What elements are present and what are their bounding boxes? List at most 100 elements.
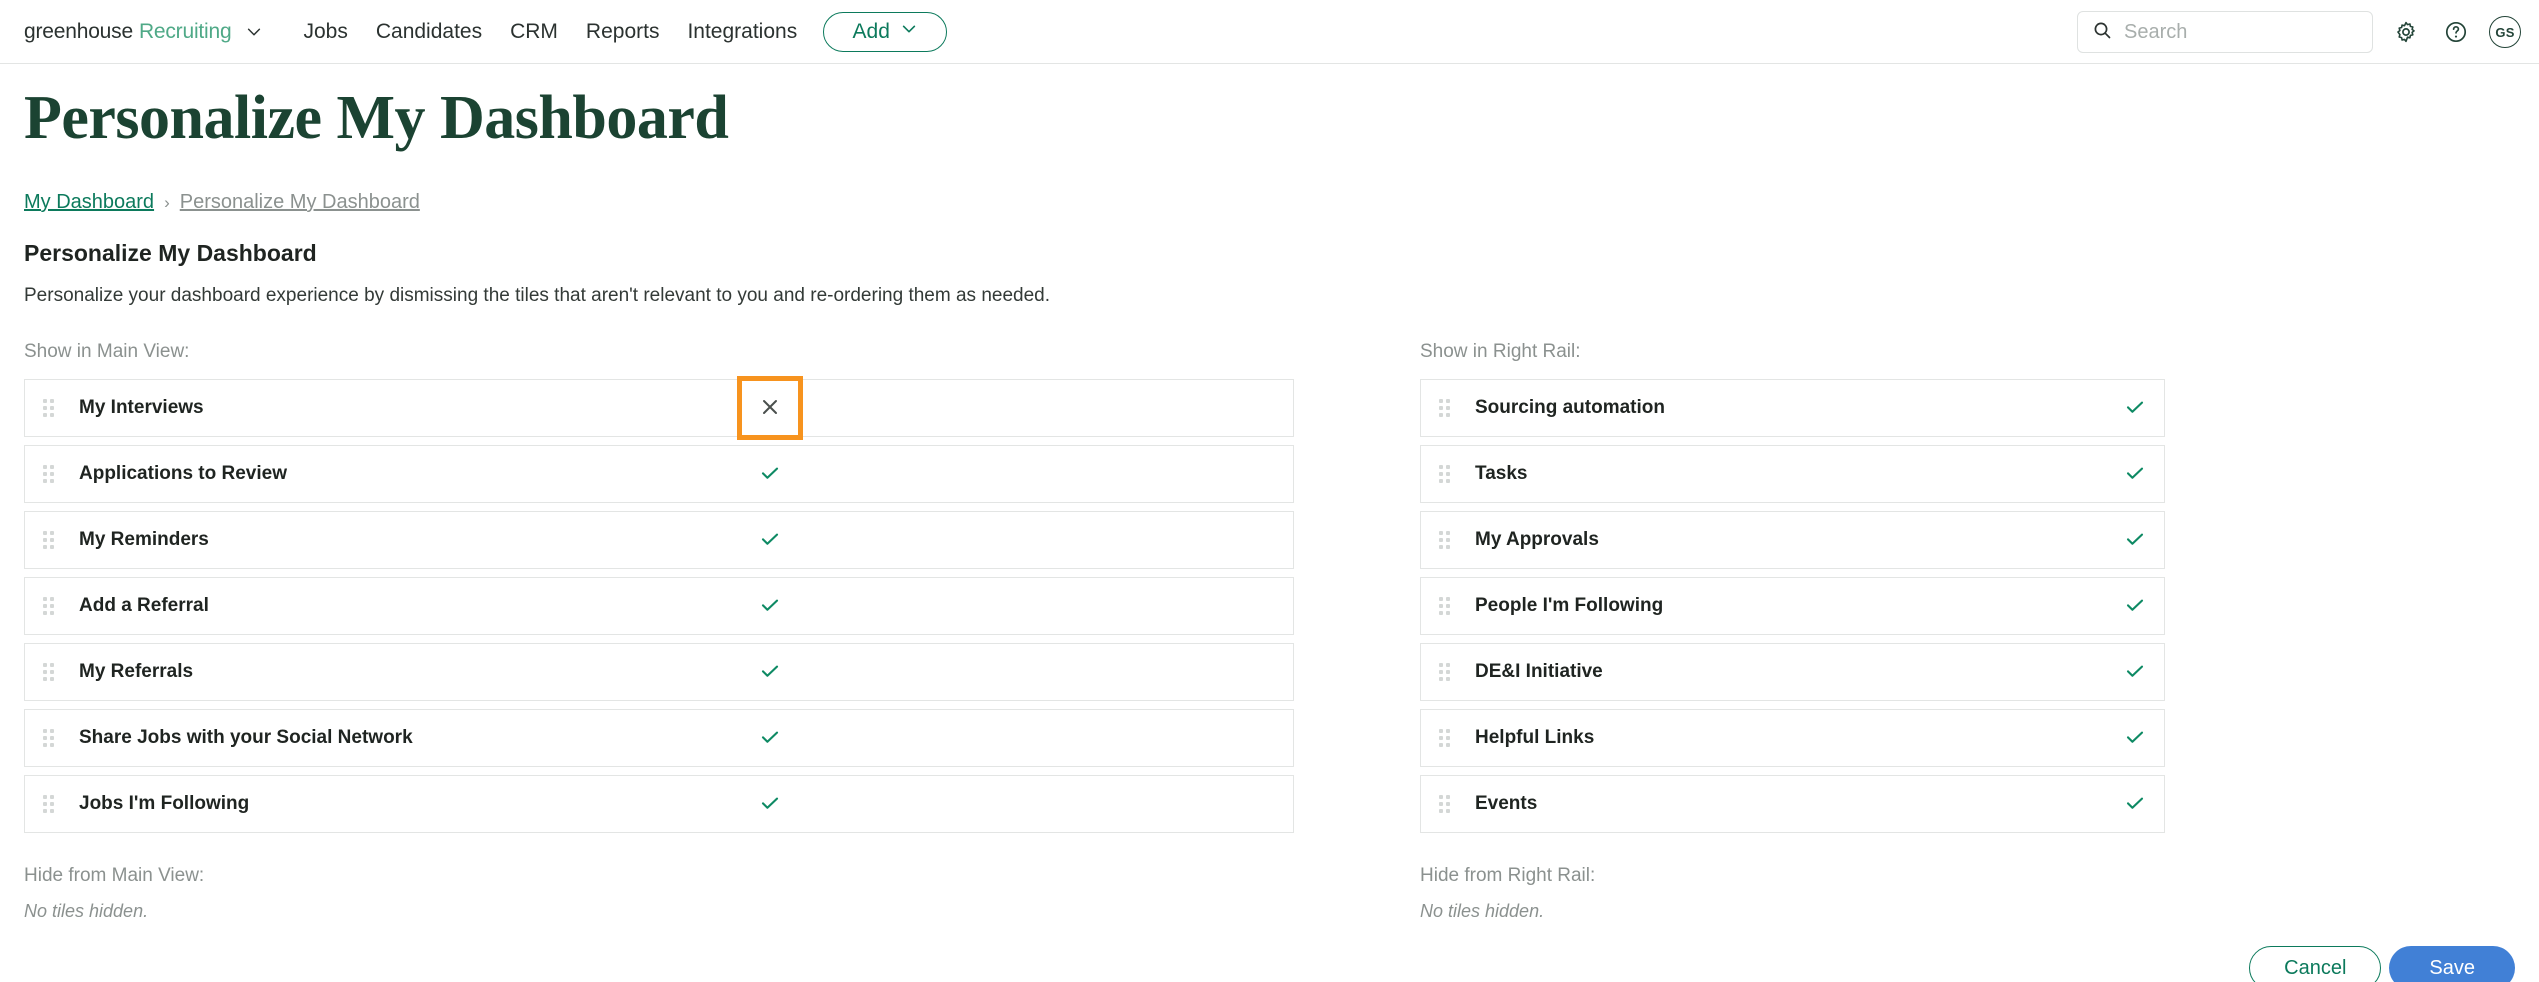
right-rail-tile-list: Sourcing automation Tasks My Approvals P… <box>1420 379 2515 834</box>
section-heading: Personalize My Dashboard <box>24 240 317 267</box>
tile-enabled-button[interactable] <box>741 776 799 832</box>
tile-label: My Interviews <box>79 397 204 419</box>
tile-enabled-button[interactable] <box>741 578 799 634</box>
tile-label: Sourcing automation <box>1475 397 1665 419</box>
tile-enabled-button[interactable] <box>2106 578 2164 634</box>
add-button[interactable]: Add <box>823 11 948 52</box>
check-icon <box>2123 395 2147 422</box>
dismiss-tile-button[interactable] <box>737 376 803 441</box>
tile-enabled-button[interactable] <box>2106 380 2164 436</box>
nav-link-crm[interactable]: CRM <box>510 20 558 44</box>
tile-label: Add a Referral <box>79 595 209 617</box>
drag-handle-icon[interactable] <box>43 597 57 616</box>
tile-label: DE&I Initiative <box>1475 661 1603 683</box>
close-icon <box>759 396 781 421</box>
nav-link-candidates[interactable]: Candidates <box>376 20 482 44</box>
primary-nav-links: Jobs Candidates CRM Reports Integrations <box>303 20 797 44</box>
tile-row[interactable]: My Interviews <box>24 376 1294 441</box>
drag-handle-icon[interactable] <box>43 465 57 484</box>
check-icon <box>758 593 782 620</box>
tile-label: People I'm Following <box>1475 595 1664 617</box>
check-icon <box>758 791 782 818</box>
main-view-tile-list: My Interviews Applications to Review My … <box>24 376 1294 834</box>
drag-handle-icon[interactable] <box>1439 399 1453 418</box>
drag-handle-icon[interactable] <box>43 399 57 418</box>
tile-enabled-button[interactable] <box>2106 512 2164 568</box>
save-button[interactable]: Save <box>2389 946 2515 982</box>
check-icon <box>2123 725 2147 752</box>
breadcrumb-separator-icon: › <box>164 192 170 212</box>
search-icon <box>2092 20 2112 45</box>
tile-label: Events <box>1475 793 1538 815</box>
drag-handle-icon[interactable] <box>1439 663 1453 682</box>
drag-handle-icon[interactable] <box>43 729 57 748</box>
nav-link-reports[interactable]: Reports <box>586 20 660 44</box>
avatar-initials: GS <box>2495 24 2515 40</box>
drag-handle-icon[interactable] <box>1439 531 1453 550</box>
right-rail-hide-label: Hide from Right Rail: <box>1420 865 1596 887</box>
check-icon <box>2123 791 2147 818</box>
drag-handle-icon[interactable] <box>1439 795 1453 814</box>
chevron-down-icon[interactable] <box>245 23 263 41</box>
main-view-show-label: Show in Main View: <box>24 341 190 363</box>
gear-icon[interactable] <box>2389 15 2423 49</box>
tile-enabled-button[interactable] <box>2106 644 2164 700</box>
tile-enabled-button[interactable] <box>2106 710 2164 766</box>
tile-label: Jobs I'm Following <box>79 793 250 815</box>
drag-handle-icon[interactable] <box>43 531 57 550</box>
tile-row[interactable]: People I'm Following <box>1420 577 2165 636</box>
tile-row[interactable]: Jobs I'm Following <box>24 775 1294 834</box>
chevron-down-icon <box>900 20 918 44</box>
avatar[interactable]: GS <box>2489 16 2521 48</box>
tile-row[interactable]: Share Jobs with your Social Network <box>24 709 1294 768</box>
breadcrumb-link-my-dashboard[interactable]: My Dashboard <box>24 191 154 214</box>
right-rail-hidden-section: Hide from Right Rail: No tiles hidden. <box>1420 865 2515 922</box>
tile-row[interactable]: Events <box>1420 775 2165 834</box>
cancel-button[interactable]: Cancel <box>2249 946 2382 982</box>
tile-enabled-button[interactable] <box>2106 446 2164 502</box>
tile-label: Share Jobs with your Social Network <box>79 727 413 749</box>
nav-right-cluster: GS <box>2077 0 2521 64</box>
right-rail-column: Show in Right Rail: Sourcing automation … <box>1420 341 2515 922</box>
check-icon <box>2123 593 2147 620</box>
tile-row[interactable]: Sourcing automation <box>1420 379 2165 438</box>
tile-row[interactable]: My Reminders <box>24 511 1294 570</box>
check-icon <box>758 725 782 752</box>
tile-label: My Referrals <box>79 661 194 683</box>
tile-enabled-button[interactable] <box>741 710 799 766</box>
tile-row[interactable]: Tasks <box>1420 445 2165 504</box>
tile-row[interactable]: DE&I Initiative <box>1420 643 2165 702</box>
tile-label: Tasks <box>1475 463 1528 485</box>
nav-link-integrations[interactable]: Integrations <box>687 20 797 44</box>
check-icon <box>758 461 782 488</box>
tile-enabled-button[interactable] <box>2106 776 2164 832</box>
brand-word-recruiting: Recruiting <box>138 19 232 43</box>
tile-row[interactable]: My Approvals <box>1420 511 2165 570</box>
tile-row[interactable]: My Referrals <box>24 643 1294 702</box>
check-icon <box>2123 461 2147 488</box>
right-rail-hide-empty-text: No tiles hidden. <box>1420 901 1545 922</box>
nav-link-jobs[interactable]: Jobs <box>303 20 347 44</box>
section-description: Personalize your dashboard experience by… <box>24 285 1050 307</box>
drag-handle-icon[interactable] <box>43 663 57 682</box>
search-box[interactable] <box>2077 11 2373 53</box>
tile-row[interactable]: Applications to Review <box>24 445 1294 504</box>
tile-enabled-button[interactable] <box>741 446 799 502</box>
question-circle-icon[interactable] <box>2439 15 2473 49</box>
tile-label: My Reminders <box>79 529 209 551</box>
drag-handle-icon[interactable] <box>1439 465 1453 484</box>
tile-row[interactable]: Helpful Links <box>1420 709 2165 768</box>
main-view-hide-empty-text: No tiles hidden. <box>24 901 149 922</box>
main-view-column: Show in Main View: My Interviews Applica… <box>24 341 1294 922</box>
main-view-hidden-section: Hide from Main View: No tiles hidden. <box>24 865 1294 922</box>
tile-enabled-button[interactable] <box>741 512 799 568</box>
drag-handle-icon[interactable] <box>43 795 57 814</box>
drag-handle-icon[interactable] <box>1439 597 1453 616</box>
search-input[interactable] <box>2124 20 2358 44</box>
drag-handle-icon[interactable] <box>1439 729 1453 748</box>
check-icon <box>2123 527 2147 554</box>
tile-label: Applications to Review <box>79 463 287 485</box>
brand-logo[interactable]: greenhouse Recruiting <box>24 20 263 44</box>
tile-row[interactable]: Add a Referral <box>24 577 1294 636</box>
tile-enabled-button[interactable] <box>741 644 799 700</box>
